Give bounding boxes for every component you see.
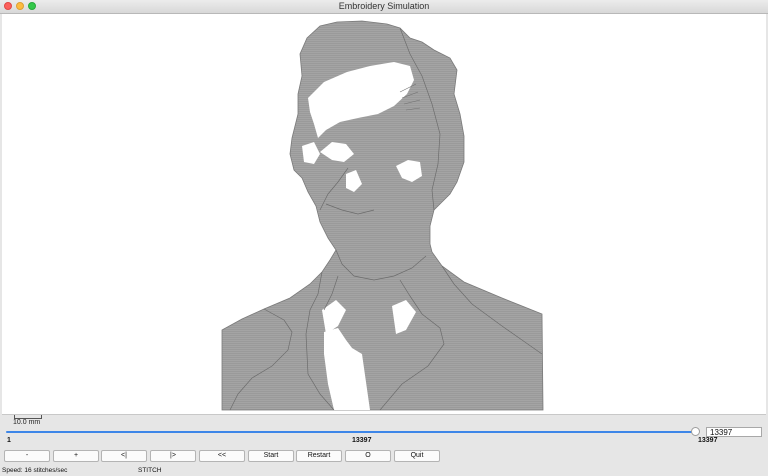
title-bar: Embroidery Simulation <box>0 0 768 14</box>
step-forward-button[interactable]: |> <box>150 450 196 462</box>
window-title: Embroidery Simulation <box>338 1 430 11</box>
rewind-button[interactable]: << <box>199 450 245 462</box>
scale-label: 10.0 mm <box>13 419 41 426</box>
quit-button[interactable]: Quit <box>394 450 440 462</box>
speed-status: Speed: 16 stitches/sec <box>2 467 68 474</box>
stitch-slider-thumb[interactable] <box>691 427 700 436</box>
stitch-number-field[interactable]: 13397 <box>706 427 762 437</box>
step-back-button[interactable]: <| <box>101 450 147 462</box>
mode-status: STITCH <box>138 467 162 474</box>
embroidery-portrait-image <box>221 20 544 411</box>
slower-button[interactable]: - <box>4 450 50 462</box>
restart-button[interactable]: Restart <box>296 450 342 462</box>
o-button[interactable]: O <box>345 450 391 462</box>
faster-button[interactable]: + <box>53 450 99 462</box>
slider-min-label: 1 <box>7 437 11 444</box>
slider-current-label: 13397 <box>352 437 372 444</box>
start-button[interactable]: Start <box>248 450 294 462</box>
simulation-canvas[interactable]: 10.0 mm <box>2 14 766 426</box>
stitch-slider-track[interactable] <box>6 431 698 433</box>
slider-max-label: 13397 <box>698 437 718 444</box>
